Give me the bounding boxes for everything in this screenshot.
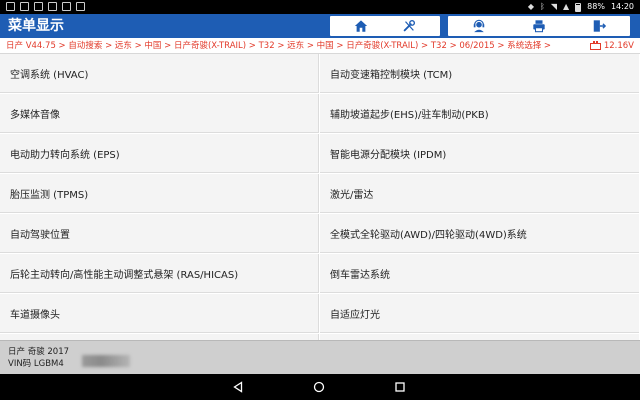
page-title: 菜单显示 [8, 18, 64, 34]
system-item[interactable]: 辅助坡道起步(EHS)/驻车制动(PKB) [320, 94, 639, 133]
system-indicators: ◆ ᛒ ◥ ▲ 88% 14:20 [528, 2, 634, 12]
notification-icons [6, 2, 85, 11]
vehicle-model: 日产 奇骏 2017 [8, 347, 70, 357]
system-item[interactable]: 智能电源分配模块 (IPDM) [320, 134, 639, 173]
breadcrumb: 日产 V44.75 > 自动搜索 > 远东 > 中国 > 日产奇骏(X-TRAI… [6, 41, 552, 51]
bluetooth-icon: ᛒ [540, 2, 545, 11]
vin-redaction [82, 355, 130, 367]
notification-icon [34, 2, 43, 11]
support-agent-icon [473, 19, 485, 33]
notification-icon [62, 2, 71, 11]
exit-button[interactable] [568, 16, 630, 36]
system-item[interactable]: 车道摄像头 [0, 294, 319, 333]
breadcrumb-bar: 日产 V44.75 > 自动搜索 > 远东 > 中国 > 日产奇骏(X-TRAI… [0, 38, 640, 54]
back-button[interactable] [230, 379, 246, 395]
system-item[interactable]: 后轮主动转向/高性能主动调整式悬架 (RAS/HICAS) [0, 254, 319, 293]
print-button[interactable] [508, 16, 570, 36]
battery-icon [575, 2, 582, 12]
title-bar: 菜单显示 [0, 14, 640, 38]
system-item[interactable]: 激光/雷达 [320, 174, 639, 213]
vehicle-info-footer: 日产 奇骏 2017 VIN码 LGBM4 [0, 340, 640, 374]
system-item[interactable]: 电动助力转向系统 (EPS) [0, 134, 319, 173]
clock: 14:20 [610, 2, 634, 11]
home-icon [354, 20, 368, 32]
battery-voltage: 12.16V [589, 40, 634, 52]
notification-icon [48, 2, 57, 11]
signal-icon: ▲ [563, 2, 570, 11]
system-item[interactable]: 空调系统 (HVAC) [0, 54, 319, 93]
navigation-bar [0, 374, 640, 400]
notification-icon [6, 2, 15, 11]
system-list: 空调系统 (HVAC) 自动变速箱控制模块 (TCM) 多媒体音像 辅助坡道起步… [0, 54, 640, 340]
notification-icon [76, 2, 85, 11]
system-item[interactable]: 倒车雷达系统 [320, 254, 639, 293]
diagnostic-tool-button[interactable] [378, 16, 440, 36]
system-item[interactable]: 自适应灯光 [320, 294, 639, 333]
wifi-icon: ◥ [550, 2, 557, 11]
vin-number: VIN码 LGBM4 [8, 359, 64, 369]
home-nav-button[interactable] [311, 379, 327, 395]
diagnostic-tool-icon [403, 19, 416, 32]
system-item[interactable]: 自动变速箱控制模块 (TCM) [320, 54, 639, 93]
system-item[interactable]: 自动驾驶位置 [0, 214, 319, 253]
car-battery-icon [589, 40, 601, 50]
recents-button[interactable] [392, 379, 408, 395]
print-icon [533, 20, 545, 33]
recents-icon [395, 382, 405, 392]
system-item[interactable]: 全模式全轮驱动(AWD)/四轮驱动(4WD)系统 [320, 214, 639, 253]
system-item[interactable]: 胎压监测 (TPMS) [0, 174, 319, 213]
notification-icon [20, 2, 29, 11]
location-icon: ◆ [527, 2, 535, 11]
voltage-value: 12.16V [603, 41, 634, 51]
back-icon [233, 381, 243, 393]
system-item[interactable]: 多媒体音像 [0, 94, 319, 133]
status-bar: ◆ ᛒ ◥ ▲ 88% 14:20 [0, 0, 640, 14]
exit-icon [593, 20, 606, 32]
battery-level: 88% [587, 2, 605, 11]
support-button[interactable] [448, 16, 510, 36]
home-circle-icon [313, 381, 325, 393]
